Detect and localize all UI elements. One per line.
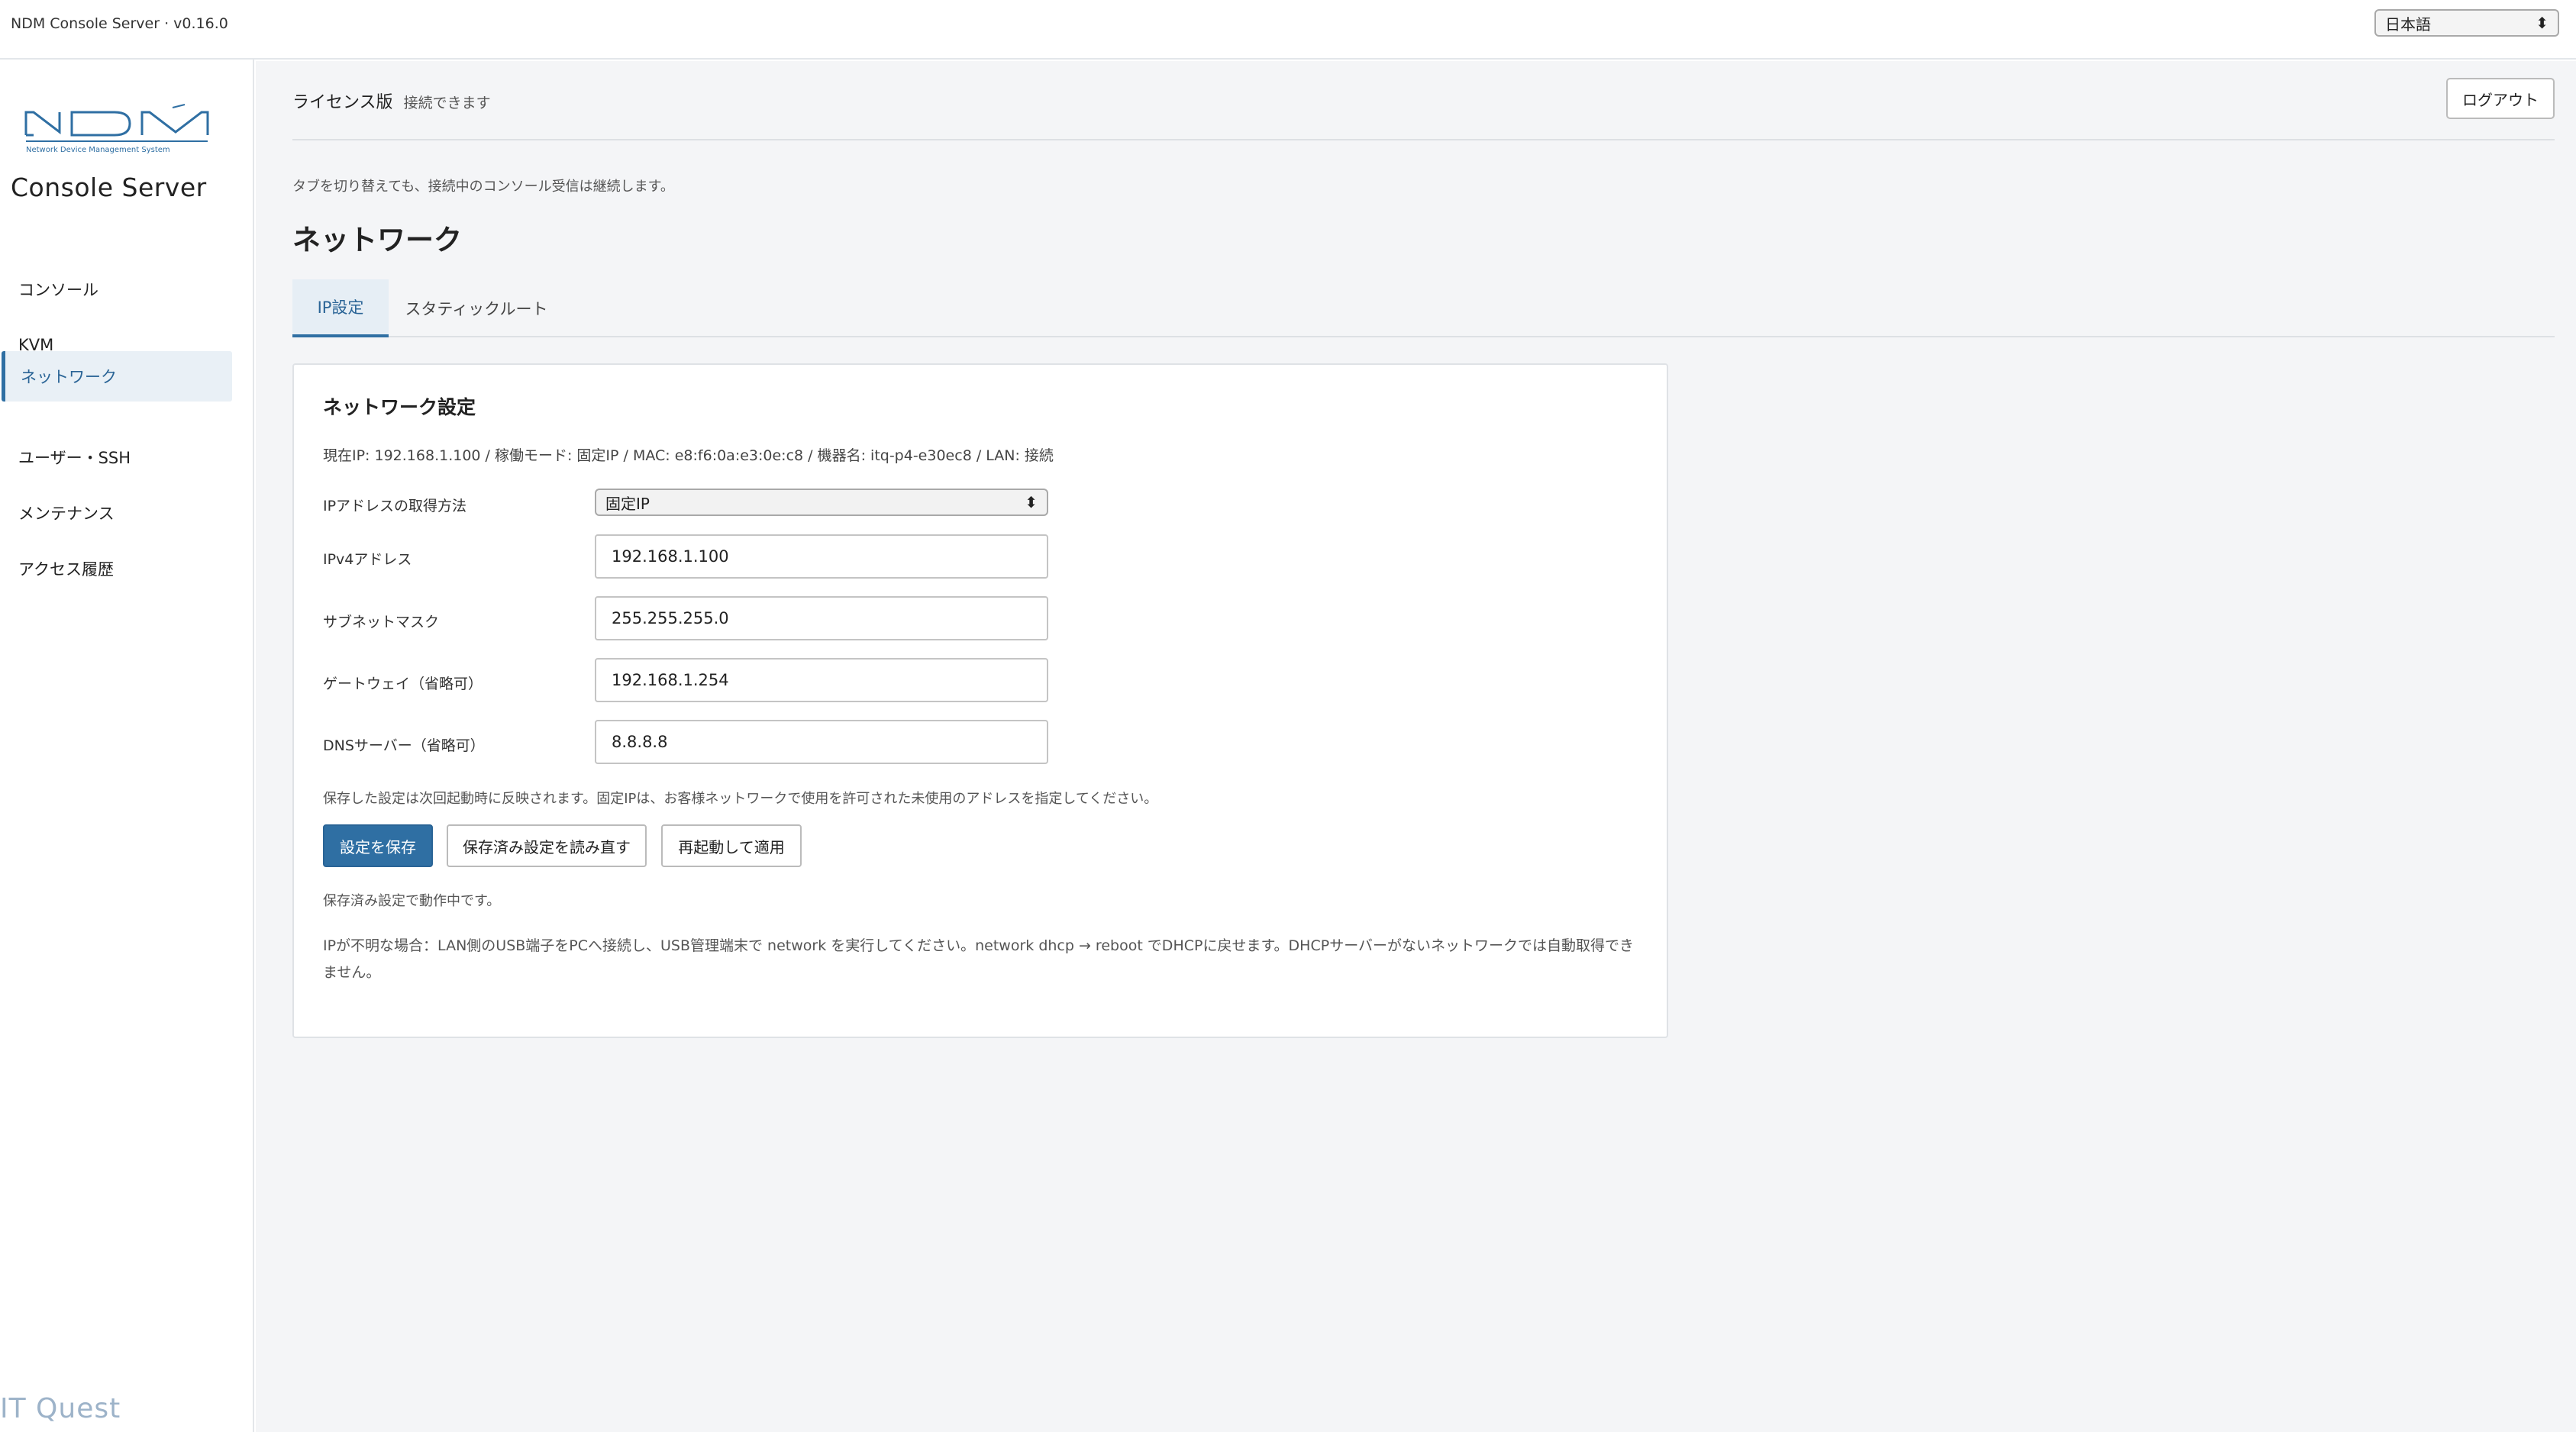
save-button[interactable]: 設定を保存: [323, 824, 433, 867]
ip-method-select[interactable]: 固定IP ⬍: [595, 489, 1048, 516]
watermark: IT Quest: [0, 1393, 121, 1424]
page-title: ネットワーク: [292, 224, 462, 256]
sidebar-item-console[interactable]: コンソール: [2, 264, 232, 314]
language-select[interactable]: 日本語 ⬍: [2374, 9, 2559, 37]
header-divider: [292, 139, 2555, 140]
select-arrows-icon: ⬍: [2536, 14, 2549, 32]
reload-saved-button[interactable]: 保存済み設定を読み直す: [447, 824, 647, 867]
card-title: ネットワーク設定: [323, 396, 476, 418]
app-title: NDM Console Server · v0.16.0: [11, 15, 228, 32]
save-note: 保存した設定は次回起動時に反映されます。固定IPは、お客様ネットワークで使用を許…: [323, 791, 1158, 807]
sidebar-item-maintenance[interactable]: メンテナンス: [2, 488, 232, 538]
license-label: ライセンス版: [292, 93, 393, 112]
sidebar-item-network[interactable]: ネットワーク: [2, 351, 232, 402]
license-status: 接続できます: [403, 95, 491, 111]
reboot-apply-button[interactable]: 再起動して適用: [661, 824, 802, 867]
language-selected: 日本語: [2385, 15, 2431, 34]
help-text: IPが不明な場合：LAN側のUSB端子をPCへ接続し、USB管理端末で netw…: [323, 937, 1635, 981]
logo-subtitle: Network Device Management System: [26, 146, 170, 154]
dns-input[interactable]: 8.8.8.8: [595, 720, 1048, 764]
tab-bar: IP設定 スタティックルート: [292, 279, 2555, 337]
sidebar-item-user-ssh[interactable]: ユーザー・SSH: [2, 432, 232, 482]
sidebar: Network Device Management System Console…: [0, 60, 254, 1432]
logout-button[interactable]: ログアウト: [2446, 78, 2555, 119]
ipv4-label: IPv4アドレス: [323, 551, 412, 568]
main-content: ライセンス版 接続できます ログアウト タブを切り替えても、接続中のコンソール受信…: [256, 61, 2576, 1432]
ip-method-value: 固定IP: [605, 494, 650, 513]
running-status: 保存済み設定で動作中です。: [323, 893, 501, 909]
gateway-label: ゲートウェイ（省略可）: [323, 676, 483, 692]
sidebar-item-access-log[interactable]: アクセス履歴: [2, 543, 232, 594]
tab-static-route[interactable]: スタティックルート: [404, 279, 549, 337]
tab-ip-settings[interactable]: IP設定: [292, 279, 389, 337]
ipv4-input[interactable]: 192.168.1.100: [595, 534, 1048, 579]
tab-hint: タブを切り替えても、接続中のコンソール受信は継続します。: [292, 179, 674, 195]
subnet-input[interactable]: 255.255.255.0: [595, 596, 1048, 640]
network-settings-card: ネットワーク設定 現在IP: 192.168.1.100 / 稼働モード: 固定…: [292, 363, 1668, 1038]
dns-label: DNSサーバー（省略可）: [323, 737, 485, 754]
brand-title: Console Server: [11, 173, 207, 202]
top-bar: NDM Console Server · v0.16.0 日本語 ⬍: [0, 0, 2576, 60]
subnet-label: サブネットマスク: [323, 614, 440, 631]
ndm-logo: Network Device Management System: [23, 102, 211, 156]
license-info: ライセンス版 接続できます: [292, 89, 491, 113]
method-label: IPアドレスの取得方法: [323, 498, 467, 514]
select-arrows-icon: ⬍: [1025, 493, 1038, 511]
gateway-input[interactable]: 192.168.1.254: [595, 658, 1048, 702]
current-status-line: 現在IP: 192.168.1.100 / 稼働モード: 固定IP / MAC:…: [323, 447, 1054, 464]
